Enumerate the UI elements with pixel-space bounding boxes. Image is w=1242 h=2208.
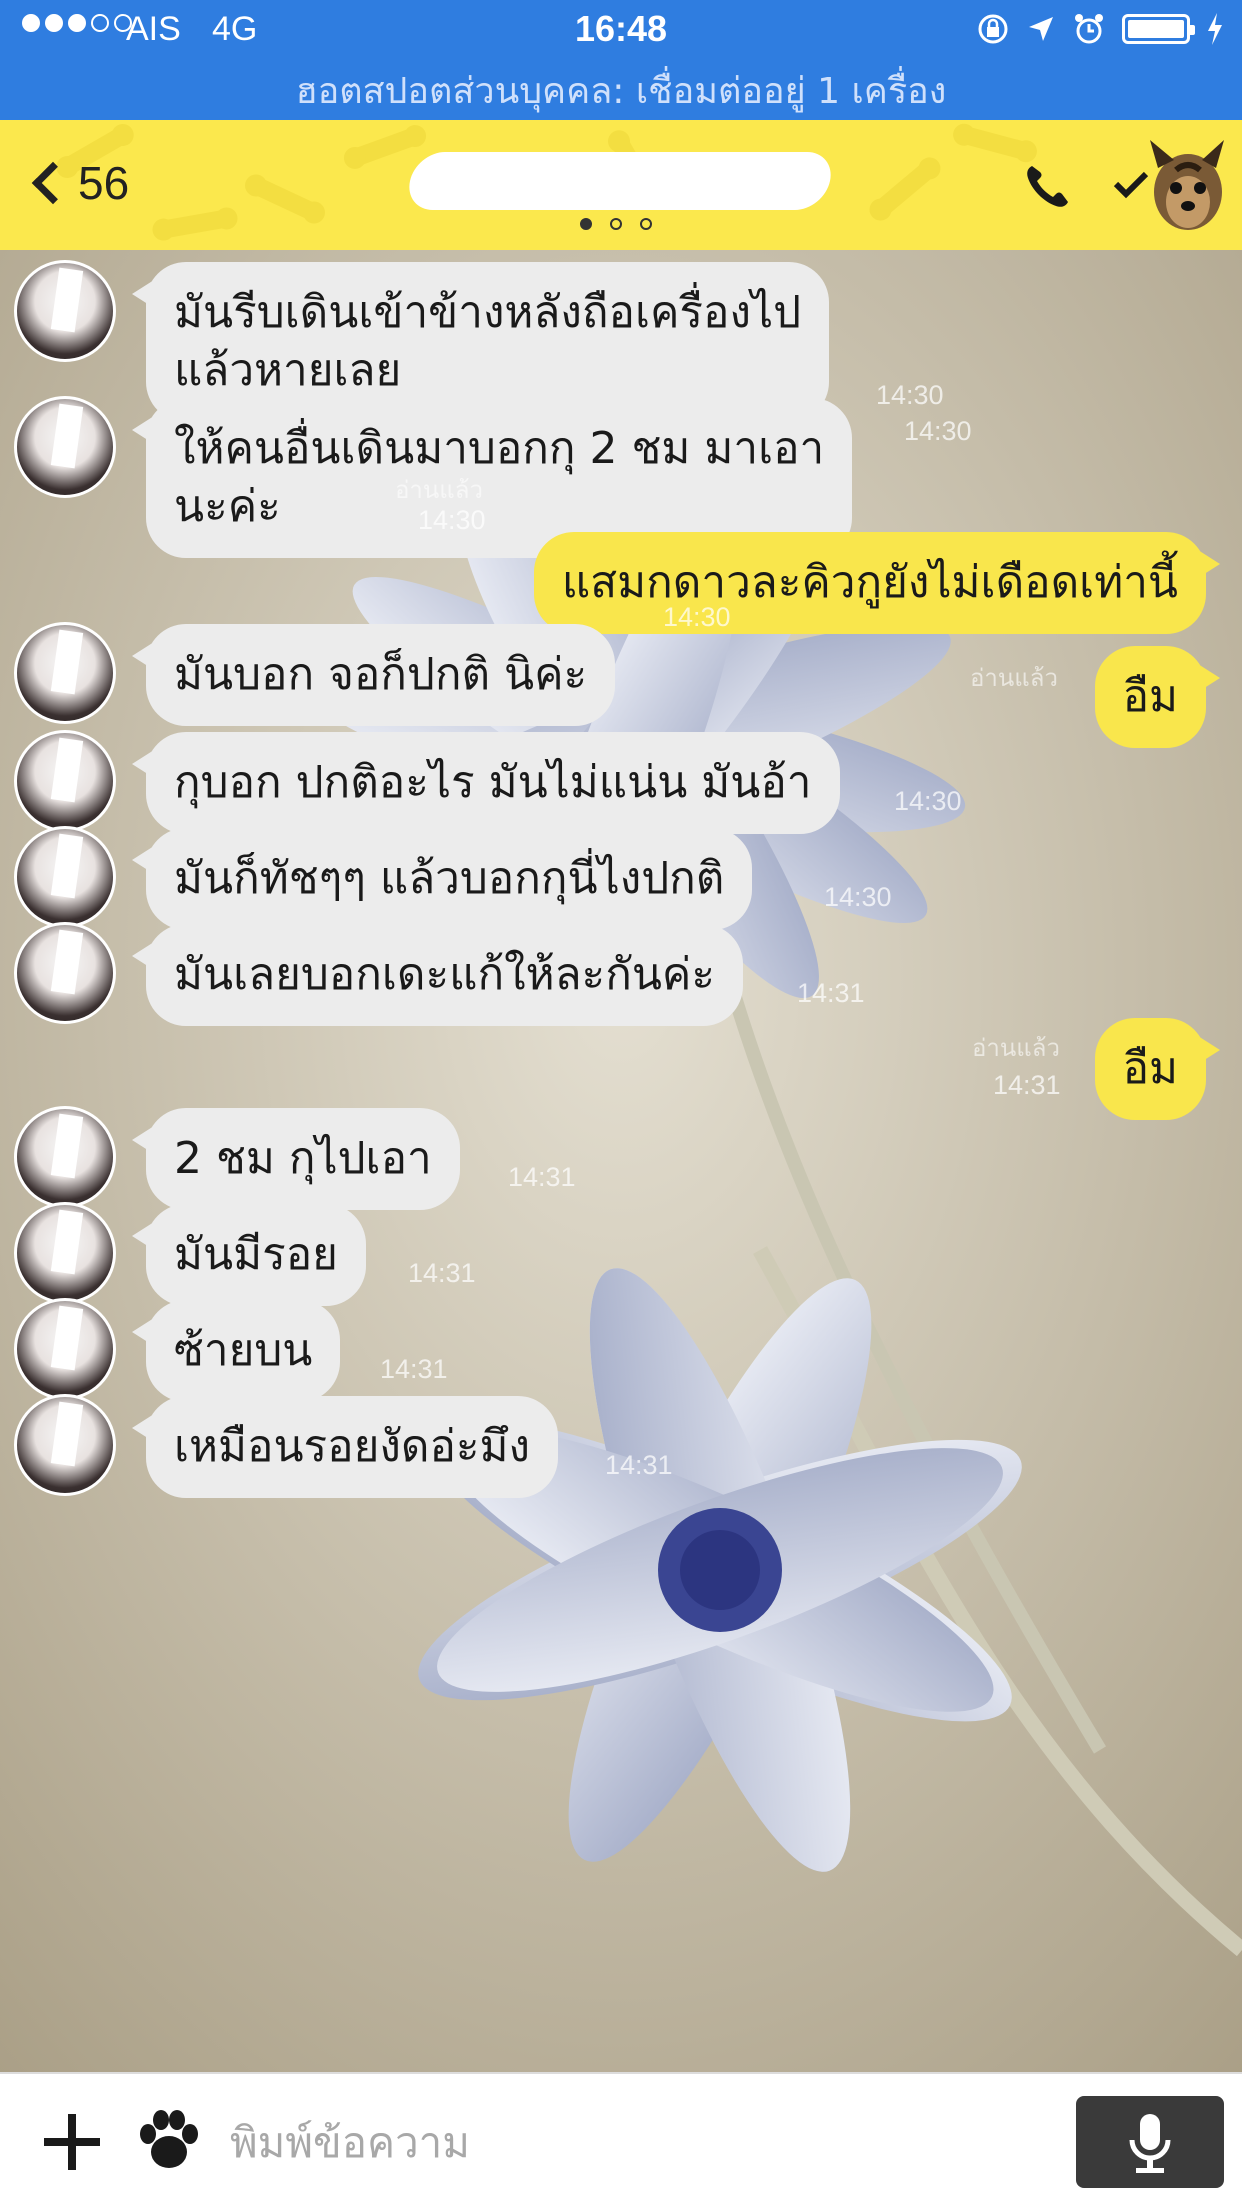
bone-pattern <box>249 176 321 222</box>
message-timestamp: 14:30 <box>824 882 892 912</box>
message-timestamp: 14:31 <box>993 1070 1061 1100</box>
contact-avatar[interactable] <box>14 826 116 928</box>
message-timestamp: 14:30 <box>904 416 972 446</box>
unread-count: 56 <box>78 157 130 209</box>
contact-avatar[interactable] <box>14 1394 116 1496</box>
incoming-message-bubble[interactable]: มันเลยบอกเดะแก้ให้ละกันค่ะ <box>132 924 743 1026</box>
read-receipt: อ่านแล้ว <box>970 664 1058 692</box>
incoming-message-bubble[interactable]: ซ้ายบน <box>131 1300 341 1402</box>
message-timestamp: 14:30 <box>894 786 962 816</box>
rotation-lock-icon <box>978 14 1008 44</box>
charging-bolt-icon <box>1208 13 1222 45</box>
chat-title-redacted[interactable] <box>403 152 837 210</box>
bone-pattern <box>872 159 938 219</box>
status-row: AIS 4G 16:48 <box>0 6 1242 56</box>
message-timestamp: 14:30 <box>663 602 731 632</box>
message-text-line: มันบอก จอก็ปกติ นิค่ะ <box>174 649 588 700</box>
message-text-line: อืม <box>1122 671 1178 722</box>
contact-avatar[interactable] <box>14 1298 116 1400</box>
status-bar: AIS 4G 16:48 ฮอตสปอตส่วนบุคคล: เชื่อมต่อ… <box>0 0 1242 120</box>
message-text-line: มันมีรอย <box>174 1229 338 1280</box>
message-timestamp: 14:31 <box>408 1258 476 1288</box>
contact-avatar[interactable] <box>14 730 116 832</box>
phone-icon[interactable] <box>1020 160 1074 214</box>
contact-avatar[interactable] <box>14 922 116 1024</box>
contact-avatar[interactable] <box>14 1202 116 1304</box>
message-text-line: 2 ชม กุไปเอา <box>174 1133 432 1184</box>
status-icons <box>976 12 1224 46</box>
message-text-line: เหมือนรอยงัดอ่ะมึง <box>174 1421 530 1472</box>
message-text-line: มันรีบเดินเข้าข้างหลังถือเครื่องไป <box>174 287 802 338</box>
bone-pattern <box>958 125 1032 161</box>
bone-pattern <box>349 126 421 168</box>
message-text-line: แล้วหายเลย <box>174 345 402 396</box>
incoming-message-bubble[interactable]: เหมือนรอยงัดอ่ะมึง <box>132 1396 558 1498</box>
message-text-line: อืม <box>1122 1043 1178 1094</box>
incoming-message-bubble[interactable]: มันมีรอย <box>132 1204 366 1306</box>
alarm-icon <box>1075 14 1103 44</box>
chat-area[interactable]: มันรีบเดินเข้าข้างหลังถือเครื่องไปแล้วหา… <box>0 250 1242 2072</box>
message-timestamp: 14:31 <box>797 978 865 1008</box>
incoming-message-bubble[interactable]: 2 ชม กุไปเอา <box>132 1108 460 1210</box>
message-timestamp: 14:31 <box>605 1450 673 1480</box>
page-indicator <box>580 218 652 230</box>
microphone-icon <box>1129 2114 1171 2173</box>
message-text-line: แสมกดาวละคิวกูยังไม่เดือดเท่านี้ <box>561 557 1178 608</box>
battery-icon <box>1122 14 1195 44</box>
message-input[interactable] <box>230 2104 730 2180</box>
hotspot-banner[interactable]: ฮอตสปอตส่วนบุคคล: เชื่อมต่ออยู่ 1 เครื่อ… <box>0 62 1242 119</box>
message-text-line: มันเลยบอกเดะแก้ให้ละกันค่ะ <box>174 949 715 1000</box>
chat-header: 56 <box>0 120 1242 250</box>
contact-avatar[interactable] <box>14 1106 116 1208</box>
paw-icon[interactable] <box>134 2106 204 2176</box>
battery-fill <box>1128 20 1184 38</box>
bone-pattern <box>158 209 232 239</box>
page-dot <box>610 218 622 230</box>
message-text-line: ซ้ายบน <box>174 1325 313 1376</box>
outgoing-message-bubble[interactable]: แสมกดาวละคิวกูยังไม่เดือดเท่านี้ <box>533 532 1221 634</box>
message-text-line: ให้คนอื่นเดินมาบอกกุ 2 ชม มาเอา <box>174 423 825 474</box>
voice-button[interactable] <box>1076 2096 1224 2188</box>
message-text-line: กุบอก ปกติอะไร มันไม่แน่น มันอ้า <box>174 757 812 808</box>
incoming-message-bubble[interactable]: กุบอก ปกติอะไร มันไม่แน่น มันอ้า <box>132 732 840 834</box>
message-timestamp: 14:31 <box>508 1162 576 1192</box>
input-bar <box>0 2072 1242 2208</box>
chevron-left-icon <box>31 161 75 205</box>
contact-avatar[interactable] <box>14 622 116 724</box>
plus-icon[interactable] <box>42 2112 102 2172</box>
message-timestamp: 14:30 <box>418 505 486 535</box>
outgoing-message-bubble[interactable]: อืม <box>1094 646 1221 748</box>
dog-avatar[interactable] <box>1140 130 1230 240</box>
message-timestamp: 14:30 <box>876 380 944 410</box>
message-text-line: มันก็ทัชๆๆ แล้วบอกกุนี่ไงปกติ <box>174 853 725 904</box>
message-text-line: นะค่ะ <box>174 481 281 532</box>
incoming-message-bubble[interactable]: มันบอก จอก็ปกติ นิค่ะ <box>131 624 616 726</box>
incoming-message-bubble[interactable]: มันก็ทัชๆๆ แล้วบอกกุนี่ไงปกติ <box>131 828 753 930</box>
contact-avatar[interactable] <box>14 260 116 362</box>
message-timestamp: 14:31 <box>380 1354 448 1384</box>
back-button[interactable]: 56 <box>28 156 129 210</box>
read-receipt: อ่านแล้ว <box>972 1034 1060 1062</box>
outgoing-message-bubble[interactable]: อืม <box>1094 1018 1221 1120</box>
page-dot <box>580 218 592 230</box>
read-receipt: อ่านแล้ว <box>395 476 483 504</box>
contact-avatar[interactable] <box>14 396 116 498</box>
page-dot <box>640 218 652 230</box>
location-arrow-icon <box>1029 17 1053 41</box>
